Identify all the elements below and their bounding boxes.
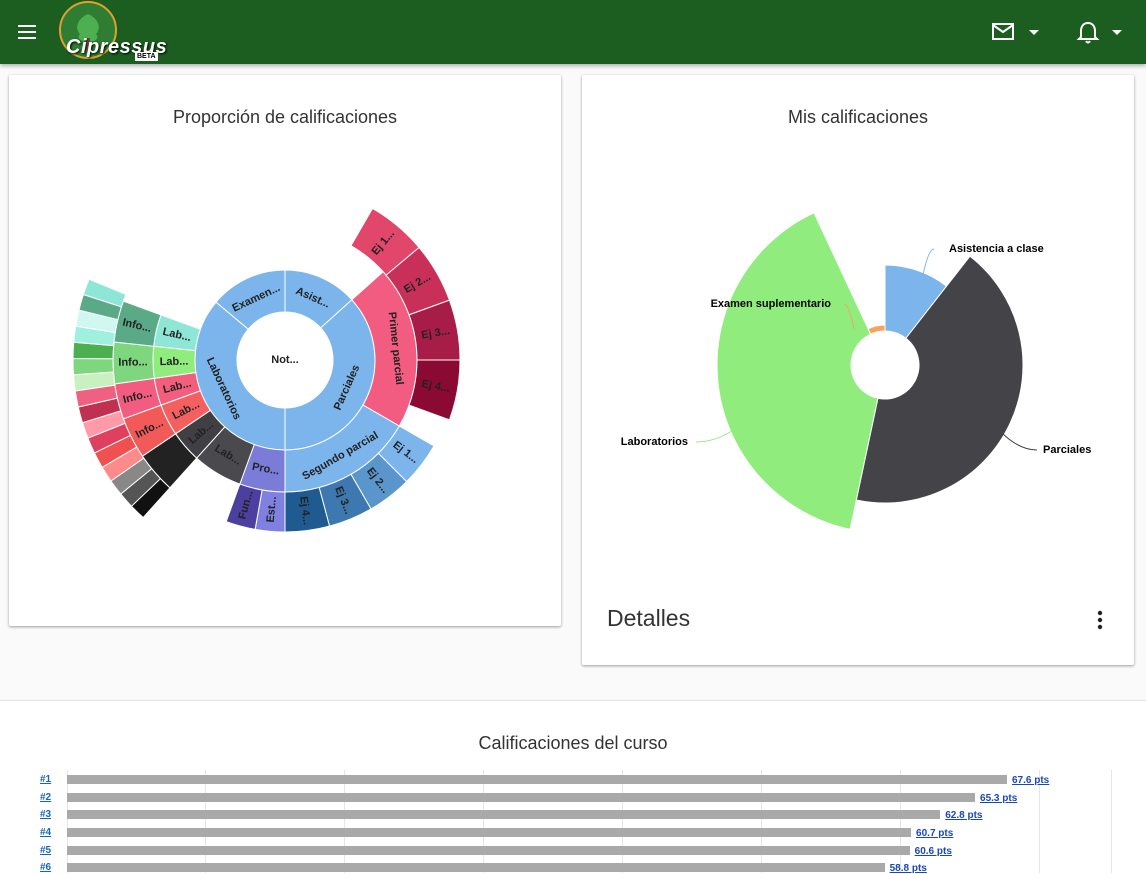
sunburst-label-lab-3: Lab... [160, 356, 189, 368]
pie-label-1: Parciales [1043, 444, 1091, 456]
bar-value-label[interactable]: 58.8 pts [890, 863, 927, 874]
bar-value-label[interactable]: 60.6 pts [915, 846, 952, 857]
bar[interactable] [67, 846, 910, 855]
sunburst-label-info-3: Info... [118, 356, 148, 369]
chevron-down-icon [1029, 30, 1039, 35]
bar-category-label[interactable]: #3 [40, 809, 51, 820]
app-logo[interactable]: Cipressus BETA [58, 0, 168, 64]
grid-line [900, 770, 901, 873]
bar[interactable] [67, 775, 1007, 784]
grid-line [1111, 770, 1112, 873]
pie-label-2: Laboratorios [621, 436, 688, 448]
bar-category-label[interactable]: #1 [40, 774, 51, 785]
bar-category-label[interactable]: #2 [40, 792, 51, 803]
notifications-dropdown-button[interactable] [1076, 20, 1132, 46]
pie-connector-2 [695, 430, 733, 443]
details-title: Detalles [607, 605, 691, 631]
bar-category-label[interactable]: #6 [40, 862, 51, 873]
more-options-icon[interactable] [1094, 609, 1106, 631]
bar-value-label[interactable]: 65.3 pts [980, 793, 1017, 804]
bar-category-label[interactable]: #4 [40, 827, 51, 838]
pie-slice-3[interactable] [867, 324, 886, 335]
sunburst-label-est: Est... [265, 496, 279, 523]
course-grades-title: Calificaciones del curso [478, 733, 668, 753]
bar[interactable] [67, 863, 885, 872]
grid-line [761, 770, 762, 873]
pie-label-0: Asistencia a clase [949, 243, 1044, 255]
pie-connector-0 [922, 248, 935, 276]
sunburst-chart[interactable]: Not...Asist...ParcialesLaboratoriosExame… [9, 75, 561, 626]
pie-chart[interactable]: Asistencia a clase Parciales Laboratorios E… [582, 75, 1134, 575]
chevron-down-icon [1112, 30, 1122, 35]
mail-dropdown-button[interactable] [990, 20, 1046, 46]
bar-value-label[interactable]: 62.8 pts [945, 810, 982, 821]
bar-category-label[interactable]: #5 [40, 845, 51, 856]
menu-icon[interactable] [14, 20, 42, 44]
pie-connector-1 [1001, 432, 1038, 451]
beta-badge: BETA [135, 52, 158, 61]
sunburst-root-label: Not... [271, 354, 299, 366]
sunburst-segment-outer-10[interactable] [72, 358, 114, 376]
grid-line [344, 770, 345, 873]
bar[interactable] [67, 793, 976, 802]
mail-icon [992, 23, 1014, 40]
grid-line [483, 770, 484, 873]
bell-icon [1076, 21, 1100, 44]
grid-line [622, 770, 623, 873]
my-grades-card: Mis calificaciones Asistencia a clase Par… [582, 75, 1134, 665]
bar-value-label[interactable]: 67.6 pts [1012, 775, 1049, 786]
pie-slice-2[interactable] [716, 212, 879, 530]
bar[interactable] [67, 810, 941, 819]
grid-line [67, 770, 68, 873]
bar-value-label[interactable]: 60.7 pts [916, 828, 953, 839]
grid-line [205, 770, 206, 873]
grades-proportion-card: Proporción de calificaciones Not... Asist… [9, 75, 561, 626]
bar[interactable] [67, 828, 912, 837]
top-app-bar: Cipressus BETA [0, 0, 1146, 64]
pie-label-3: Examen suplementario [711, 298, 832, 310]
